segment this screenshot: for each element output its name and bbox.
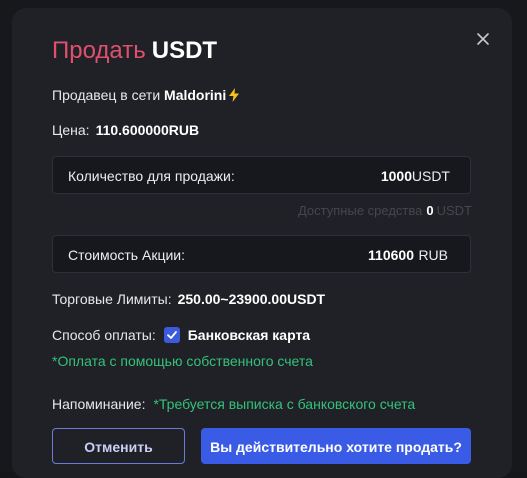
sell-dialog: Продать USDT Продавец в сети Maldorini Це… <box>12 8 512 478</box>
cost-field[interactable]: Стоимость Акции: RUB <box>52 235 471 273</box>
limits-label: Торговые Лимиты: <box>52 291 172 307</box>
reminder-label: Напоминание: <box>52 396 146 412</box>
checkmark-icon <box>166 331 177 339</box>
payment-method-label[interactable]: Банковская карта <box>188 325 310 345</box>
seller-prefix: Продавец в сети <box>52 87 161 103</box>
seller-name[interactable]: Maldorini <box>164 87 226 103</box>
dialog-title: Продать USDT <box>52 34 217 68</box>
lightning-bolt-icon <box>229 88 240 102</box>
available-value: 0 <box>426 203 434 218</box>
reminder-text: *Требуется выписка с банковского счета <box>153 396 416 412</box>
payment-label: Способ оплаты: <box>52 327 156 343</box>
close-button[interactable] <box>474 30 492 48</box>
available-balance: Доступные средства 0 USDT <box>298 202 472 220</box>
limits-value: 250.00~23900.00USDT <box>177 291 326 307</box>
available-label: Доступные средства <box>297 203 423 218</box>
price-value: 110.600000RUB <box>95 122 200 138</box>
close-icon <box>477 33 489 45</box>
cost-input[interactable] <box>294 245 414 265</box>
trade-limits-row: Торговые Лимиты: 250.00~23900.00USDT <box>52 289 325 309</box>
quantity-input[interactable] <box>292 166 412 186</box>
price-row: Цена: 110.600000RUB <box>52 120 199 140</box>
seller-row: Продавец в сети Maldorini <box>52 85 240 105</box>
cost-unit: RUB <box>418 247 448 263</box>
reminder-row: Напоминание: *Требуется выписка с банковс… <box>52 394 415 414</box>
price-label: Цена: <box>52 122 90 138</box>
payment-checkbox[interactable] <box>163 327 180 343</box>
confirm-sell-button[interactable]: Вы действительно хотите продать? <box>201 428 471 464</box>
available-unit: USDT <box>436 203 472 218</box>
title-action: Продать <box>52 37 146 64</box>
payment-method-row: Способ оплаты: Банковская карта <box>52 325 310 345</box>
cancel-button[interactable]: Отменить <box>52 428 185 464</box>
quantity-label: Количество для продажи: <box>68 168 235 184</box>
cost-label: Стоимость Акции: <box>68 247 185 263</box>
quantity-unit: USDT <box>411 168 450 184</box>
quantity-field[interactable]: Количество для продажи: USDT <box>52 156 471 194</box>
title-asset: USDT <box>151 37 218 64</box>
payment-note: *Оплата с помощью собственного счета <box>52 353 313 369</box>
